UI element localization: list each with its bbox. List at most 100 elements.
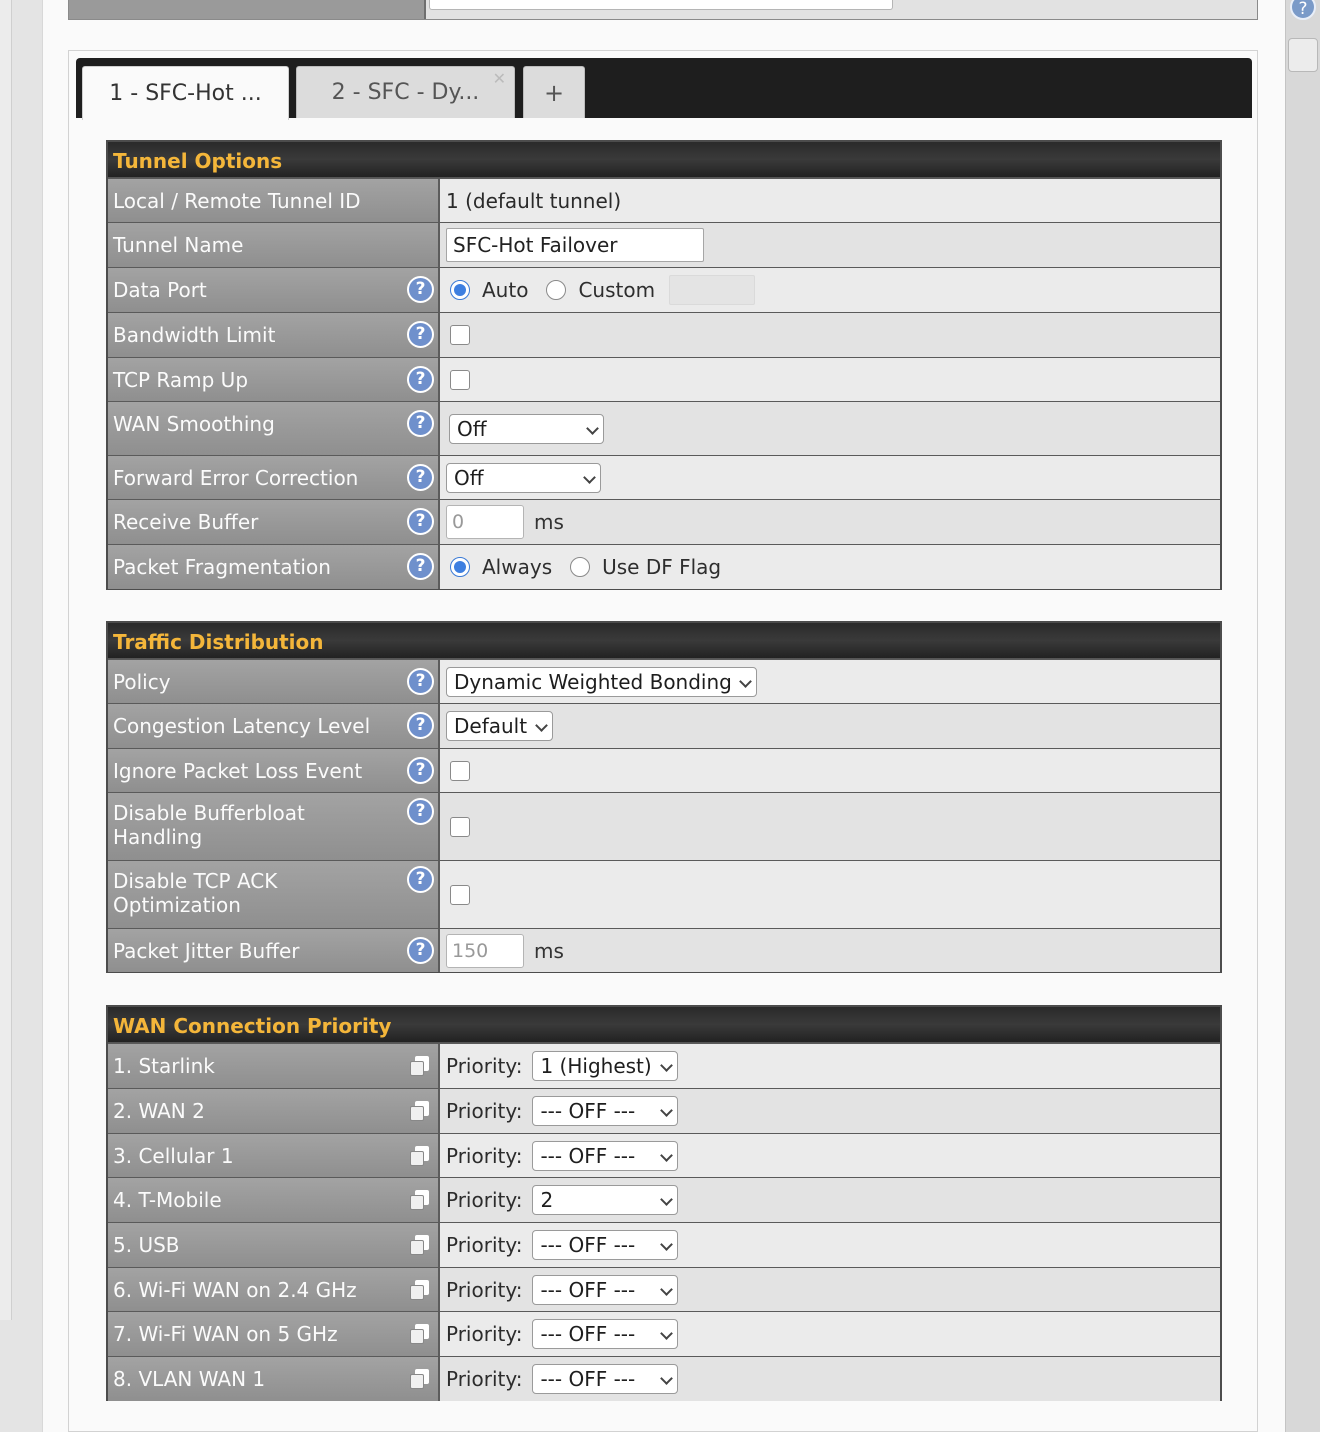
priority-label: Priority: — [446, 1054, 523, 1078]
row-label: 8. VLAN WAN 1 — [108, 1357, 440, 1401]
copy-icon[interactable] — [410, 1369, 430, 1389]
row-value: Default — [440, 704, 1220, 748]
wan-smoothing-select[interactable]: Off — [449, 413, 604, 444]
copy-icon[interactable] — [410, 1279, 430, 1300]
priority-select[interactable]: --- OFF --- — [532, 1319, 679, 1349]
help-icon[interactable]: ? — [407, 276, 434, 303]
copy-icon[interactable] — [410, 1056, 430, 1076]
chevron-down-icon — [660, 1193, 674, 1206]
previous-setting-input[interactable] — [429, 0, 893, 10]
bandwidth-limit-row: Bandwidth Limit? — [108, 312, 1220, 357]
add-tab-button[interactable]: + — [523, 66, 585, 118]
row-label: 4. T-Mobile — [108, 1178, 440, 1222]
copy-icon[interactable] — [410, 1101, 430, 1121]
priority-label: Priority: — [446, 1143, 523, 1168]
fec-select[interactable]: Off — [446, 462, 601, 493]
tunnel-id-value: 1 (default tunnel) — [446, 188, 622, 213]
section-title: Tunnel Options — [108, 142, 1220, 178]
copy-icon[interactable] — [410, 1324, 430, 1344]
unit-label: ms — [534, 510, 564, 534]
tunnel-name-input[interactable]: SFC-Hot Failover — [446, 228, 704, 262]
congestion-row: Congestion Latency Level? Default — [108, 703, 1220, 748]
row-value: Dynamic Weighted Bonding — [440, 660, 1220, 703]
row-label: Bandwidth Limit? — [108, 313, 440, 357]
priority-select[interactable]: 1 (Highest) — [532, 1051, 679, 1081]
wan-row: 4. T-Mobile Priority: 2 — [108, 1177, 1220, 1222]
priority-select[interactable]: --- OFF --- — [532, 1230, 679, 1260]
data-port-custom-radio[interactable] — [546, 280, 567, 300]
help-icon[interactable]: ? — [407, 712, 434, 739]
row-label: Policy? — [108, 660, 440, 703]
custom-port-input[interactable] — [669, 275, 756, 305]
help-icon[interactable]: ? — [407, 321, 434, 348]
wan-row: 7. Wi-Fi WAN on 5 GHz Priority: --- OFF -… — [108, 1311, 1220, 1356]
priority-select[interactable]: --- OFF --- — [532, 1140, 679, 1171]
help-icon[interactable]: ? — [407, 553, 434, 580]
copy-icon[interactable] — [410, 1235, 430, 1255]
tcp-ramp-up-checkbox[interactable] — [450, 369, 470, 390]
chevron-down-icon — [660, 1148, 674, 1162]
priority-select[interactable]: 2 — [532, 1185, 679, 1215]
data-port-auto-radio[interactable] — [450, 280, 470, 300]
row-value — [440, 358, 1220, 401]
help-icon[interactable]: ? — [407, 756, 434, 784]
bufferbloat-row: Disable Bufferbloat Handling? — [108, 792, 1220, 860]
bufferbloat-checkbox[interactable] — [450, 816, 470, 837]
row-label: Disable TCP ACK Optimization? — [108, 861, 440, 928]
receive-buffer-row: Receive Buffer? 0 ms — [108, 499, 1220, 544]
section-title: WAN Connection Priority — [108, 1007, 1220, 1043]
priority-select[interactable]: --- OFF --- — [532, 1364, 679, 1394]
wan-row: 3. Cellular 1 Priority: --- OFF --- — [108, 1133, 1220, 1177]
row-label: Forward Error Correction? — [108, 456, 440, 499]
help-icon[interactable]: ? — [1290, 0, 1316, 20]
help-icon[interactable]: ? — [407, 798, 434, 825]
help-icon[interactable]: ? — [407, 410, 434, 437]
help-icon[interactable]: ? — [407, 866, 434, 893]
jitter-buffer-input[interactable]: 150 — [446, 933, 524, 968]
priority-select[interactable]: --- OFF --- — [532, 1096, 679, 1126]
scrollbar-thumb[interactable] — [1288, 38, 1318, 72]
chevron-down-icon — [660, 1372, 674, 1385]
priority-label: Priority: — [446, 1099, 523, 1123]
tcp-ack-checkbox[interactable] — [450, 884, 470, 905]
priority-label: Priority: — [446, 1233, 523, 1257]
copy-icon[interactable] — [410, 1190, 430, 1210]
ignore-loss-checkbox[interactable] — [450, 760, 470, 781]
help-icon[interactable]: ? — [407, 463, 434, 491]
row-value: Priority: --- OFF --- — [440, 1134, 1220, 1177]
help-icon[interactable]: ? — [407, 508, 434, 535]
priority-select[interactable]: --- OFF --- — [532, 1274, 679, 1305]
row-value: 150 ms — [440, 929, 1220, 972]
tab-label: 2 - SFC - Dy... — [331, 80, 480, 105]
receive-buffer-input[interactable]: 0 — [446, 505, 524, 539]
priority-label: Priority: — [446, 1188, 523, 1212]
radio-label: Use DF Flag — [602, 555, 722, 579]
frag-always-radio[interactable] — [450, 557, 470, 577]
help-icon[interactable]: ? — [407, 365, 434, 393]
help-icon[interactable]: ? — [407, 667, 434, 695]
tab-sfc-dy[interactable]: 2 - SFC - Dy... ✕ — [296, 66, 515, 118]
policy-select[interactable]: Dynamic Weighted Bonding — [446, 666, 757, 697]
frag-df-radio[interactable] — [570, 557, 591, 577]
row-value — [440, 861, 1220, 928]
copy-icon[interactable] — [410, 1145, 430, 1166]
tab-sfc-hot[interactable]: 1 - SFC-Hot ... — [82, 66, 289, 120]
bandwidth-limit-checkbox[interactable] — [450, 325, 470, 345]
congestion-select[interactable]: Default — [446, 711, 553, 741]
policy-row: Policy? Dynamic Weighted Bonding — [108, 659, 1220, 703]
wan-row: 5. USB Priority: --- OFF --- — [108, 1222, 1220, 1267]
row-label: Data Port? — [108, 268, 440, 312]
row-value: Always Use DF Flag — [440, 545, 1220, 589]
row-value: Priority: --- OFF --- — [440, 1223, 1220, 1267]
wan-smoothing-row: WAN Smoothing? Off — [108, 401, 1220, 455]
help-icon[interactable]: ? — [407, 936, 434, 964]
row-value: Off — [440, 402, 1220, 455]
close-icon[interactable]: ✕ — [493, 69, 506, 88]
row-label: WAN Smoothing? — [108, 402, 440, 455]
chevron-down-icon — [660, 1104, 674, 1117]
row-label: Packet Fragmentation? — [108, 545, 440, 589]
row-value: Priority: 1 (Highest) — [440, 1044, 1220, 1088]
scrollbar[interactable]: ? — [1285, 0, 1320, 1432]
tcp-ramp-up-row: TCP Ramp Up? — [108, 357, 1220, 401]
row-value: Off — [440, 456, 1220, 499]
